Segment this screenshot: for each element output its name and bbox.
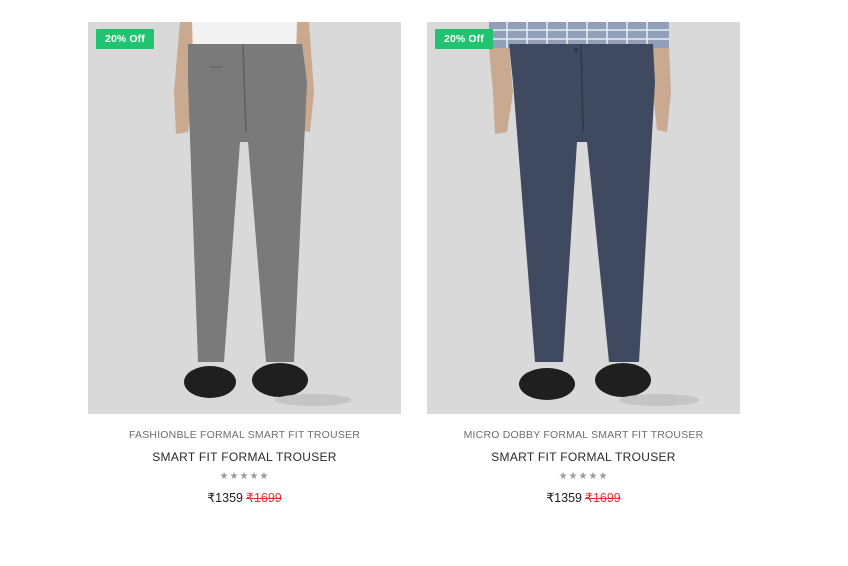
product-image[interactable]: 20% Off: [88, 22, 401, 414]
price-row: ₹1359 ₹1699: [88, 490, 401, 505]
trouser-photo: [88, 22, 401, 414]
discount-badge: 20% Off: [96, 29, 154, 49]
original-price: ₹1699: [246, 491, 282, 505]
rating-stars: ★★★★★: [558, 471, 609, 482]
product-title[interactable]: SMART FIT FORMAL TROUSER: [88, 450, 401, 464]
current-price: ₹1359: [207, 491, 243, 505]
original-price: ₹1699: [585, 491, 621, 505]
rating-stars: ★★★★★: [219, 471, 270, 482]
product-image[interactable]: 20% Off: [427, 22, 740, 414]
price-row: ₹1359 ₹1699: [427, 490, 740, 505]
discount-badge: 20% Off: [435, 29, 493, 49]
product-title[interactable]: SMART FIT FORMAL TROUSER: [427, 450, 740, 464]
product-subtitle: MICRO DOBBY FORMAL SMART FIT TROUSER: [463, 429, 704, 441]
current-price: ₹1359: [546, 491, 582, 505]
trouser-photo: [427, 22, 740, 414]
product-subtitle: FASHIONBLE FORMAL SMART FIT TROUSER: [128, 429, 361, 441]
product-card[interactable]: 20% Off MICRO DOBBY FORMAL SMART FIT TRO…: [427, 22, 740, 505]
product-card[interactable]: 20% Off FASHIONBLE FORMAL SMART FIT TROU…: [88, 22, 401, 505]
